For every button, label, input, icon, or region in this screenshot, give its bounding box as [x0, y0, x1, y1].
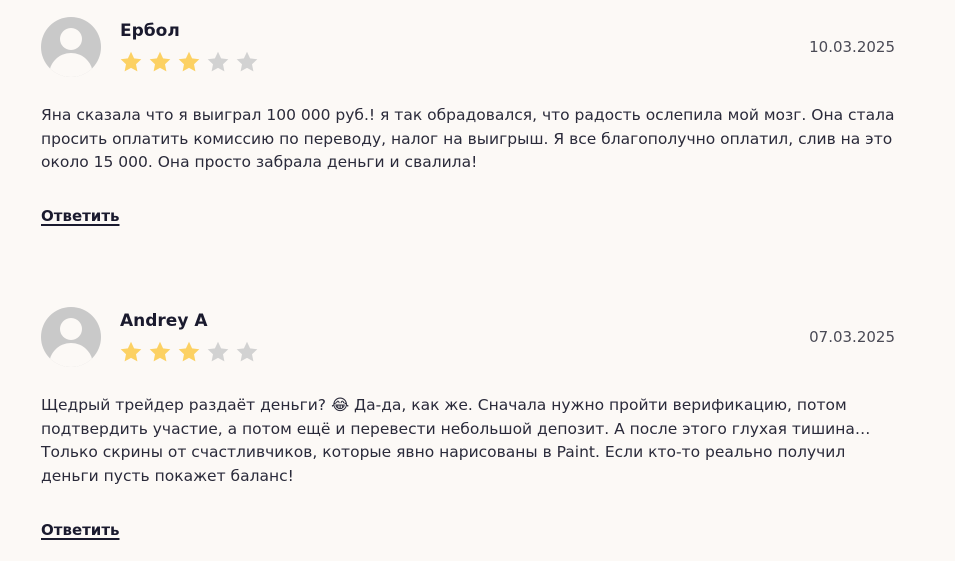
review-date: 10.03.2025 [809, 38, 895, 56]
avatar [41, 307, 101, 367]
star-empty-icon [236, 341, 258, 362]
avatar-body-shape [49, 343, 93, 367]
star-filled-icon [178, 51, 200, 72]
star-filled-icon [149, 341, 171, 362]
avatar [41, 17, 101, 77]
review-text: Щедрый трейдер раздаёт деньги? 😂 Да-да, … [41, 396, 871, 485]
star-empty-icon [207, 51, 229, 72]
review-text: Яна сказала что я выиграл 100 000 руб.! … [41, 106, 895, 171]
star-filled-icon [149, 51, 171, 72]
star-filled-icon [178, 341, 200, 362]
reply-link[interactable]: Ответить [41, 521, 120, 539]
star-empty-icon [207, 341, 229, 362]
avatar-head-shape [60, 28, 82, 50]
review-author: Andrey A [120, 311, 208, 331]
reply-link[interactable]: Ответить [41, 207, 120, 225]
star-rating [119, 50, 259, 74]
review-date: 07.03.2025 [809, 328, 895, 346]
avatar-body-shape [49, 53, 93, 77]
star-filled-icon [120, 341, 142, 362]
star-empty-icon [236, 51, 258, 72]
avatar-head-shape [60, 318, 82, 340]
review-author: Ербол [120, 21, 180, 41]
reviews-list: Ербол 10.03.2025 Яна сказала что я выигр… [0, 0, 955, 561]
star-filled-icon [120, 51, 142, 72]
star-rating [119, 340, 259, 364]
